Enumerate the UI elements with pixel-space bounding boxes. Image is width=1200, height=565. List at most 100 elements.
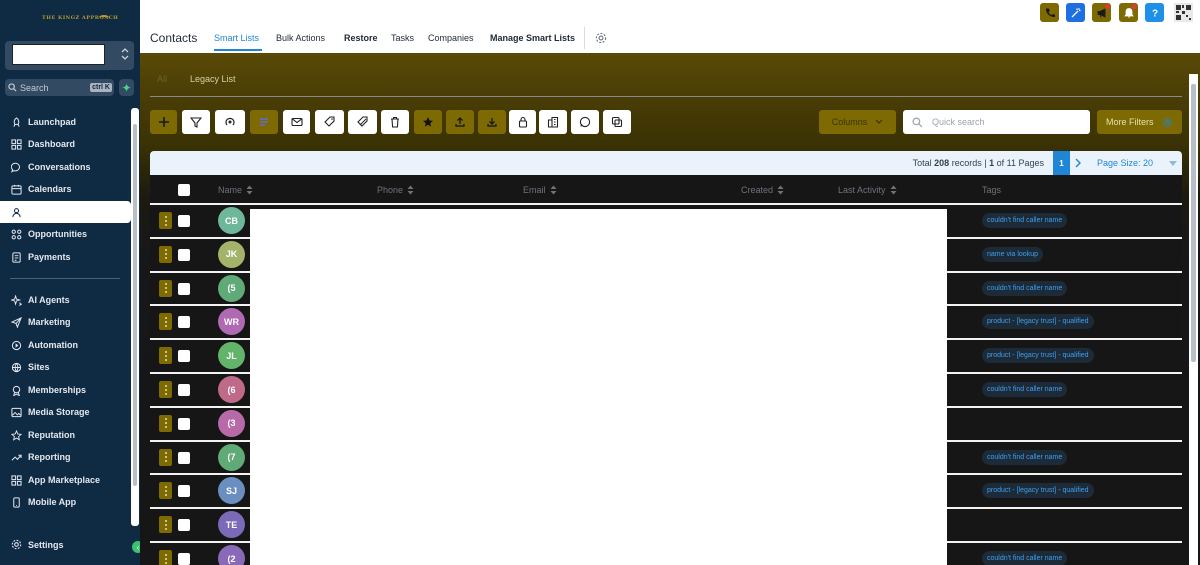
sidebar-search-input[interactable]: Search ctrl K <box>5 79 114 96</box>
sidebar-item-settings[interactable]: Settings <box>11 539 64 550</box>
sidebar-item-marketing[interactable]: Marketing <box>11 314 71 330</box>
row-checkbox[interactable] <box>178 417 190 430</box>
merge-button[interactable] <box>603 110 631 134</box>
row-checkbox[interactable] <box>178 316 190 329</box>
column-header-name[interactable]: Name <box>218 185 253 195</box>
sidebar-item-sites[interactable]: Sites <box>11 359 50 375</box>
sidebar-item-calendars[interactable]: Calendars <box>11 181 72 197</box>
add-contact-button[interactable] <box>150 110 177 134</box>
row-checkbox[interactable] <box>178 350 190 363</box>
row-actions-button[interactable] <box>159 414 172 432</box>
contact-avatar[interactable]: (6 <box>218 376 245 403</box>
sidebar-item-mobile-app[interactable]: Mobile App <box>11 494 76 510</box>
sidebar-item-payments[interactable]: Payments <box>11 249 71 265</box>
delete-button[interactable] <box>381 110 409 134</box>
sidebar-item-media-storage[interactable]: Media Storage <box>11 404 90 420</box>
megaphone-button[interactable] <box>1092 3 1111 22</box>
contact-avatar[interactable]: WR <box>218 308 245 336</box>
column-header-last-activity[interactable]: Last Activity <box>838 185 897 195</box>
column-header-phone[interactable]: Phone <box>377 185 414 195</box>
bell-button[interactable] <box>1119 3 1138 22</box>
sidebar-item-launchpad[interactable]: Launchpad <box>11 114 76 130</box>
contact-avatar[interactable]: JK <box>218 240 245 268</box>
row-checkbox[interactable] <box>178 519 190 532</box>
send-sms-button[interactable] <box>250 110 278 134</box>
sidebar-scroll-thumb[interactable] <box>133 124 137 486</box>
filter-button[interactable] <box>182 110 210 134</box>
add-tag-button[interactable] <box>315 110 344 134</box>
sidebar-item-memberships[interactable]: Memberships <box>11 382 86 398</box>
contact-avatar[interactable]: (5 <box>218 274 245 302</box>
user-avatar[interactable] <box>1174 3 1193 22</box>
row-checkbox[interactable] <box>178 248 190 261</box>
export-button[interactable] <box>446 110 474 134</box>
row-checkbox[interactable] <box>178 384 190 396</box>
send-email-button[interactable] <box>283 110 310 134</box>
tab-manage-smart-lists[interactable]: Manage Smart Lists <box>490 33 575 43</box>
row-checkbox[interactable] <box>178 451 190 464</box>
select-all-checkbox[interactable] <box>178 184 190 196</box>
contact-avatar[interactable]: CB <box>218 207 245 234</box>
quick-add-button[interactable]: ✦ <box>119 79 134 96</box>
main-scrollbar[interactable] <box>1189 74 1198 565</box>
subtab-legacy-list[interactable]: Legacy List <box>190 74 236 84</box>
main-scroll-thumb[interactable] <box>1191 84 1196 362</box>
more-filters-button[interactable]: More Filters <box>1097 110 1182 134</box>
column-header-created[interactable]: Created <box>741 185 784 195</box>
tab-bulk-actions[interactable]: Bulk Actions <box>276 33 325 43</box>
sidebar-item-reputation[interactable]: Reputation <box>11 427 75 443</box>
row-actions-button[interactable] <box>159 516 172 534</box>
review-request-button[interactable] <box>414 110 442 134</box>
row-actions-button[interactable] <box>159 381 172 398</box>
collapse-sidebar-button[interactable]: ‹ <box>132 541 140 553</box>
add-to-company-button[interactable] <box>539 110 567 134</box>
row-actions-button[interactable] <box>159 448 172 466</box>
next-page-icon[interactable] <box>1074 157 1082 169</box>
sidebar-item-reporting[interactable]: Reporting <box>11 449 71 465</box>
phone-button[interactable] <box>1040 3 1059 22</box>
row-actions-button[interactable] <box>159 313 172 331</box>
column-header-email[interactable]: Email <box>523 185 557 195</box>
row-checkbox[interactable] <box>178 553 190 565</box>
sidebar-item-contacts[interactable] <box>11 204 28 220</box>
row-actions-button[interactable] <box>159 482 172 500</box>
tab-companies[interactable]: Companies <box>428 33 474 43</box>
row-actions-button[interactable] <box>159 212 172 229</box>
lock-button[interactable] <box>509 110 536 134</box>
contact-avatar[interactable]: SJ <box>218 477 245 505</box>
help-button[interactable]: ? <box>1145 3 1164 22</box>
contact-avatar[interactable]: (7 <box>218 443 245 471</box>
tab-restore[interactable]: Restore <box>344 33 378 43</box>
sidebar-item-ai-agents[interactable]: AI Agents <box>11 292 70 308</box>
sidebar-item-conversations[interactable]: Conversations <box>11 159 91 175</box>
quick-search-input[interactable]: Quick search <box>903 110 1090 134</box>
contact-avatar[interactable]: (3 <box>218 409 245 437</box>
row-checkbox[interactable] <box>178 215 190 227</box>
sidebar-scrollbar[interactable] <box>131 108 139 526</box>
add-to-workflow-button[interactable] <box>215 110 245 134</box>
smart-list-settings-icon[interactable] <box>595 32 607 44</box>
page-1-button[interactable]: 1 <box>1053 151 1070 175</box>
import-button[interactable] <box>478 110 506 134</box>
contact-avatar[interactable]: TE <box>218 511 245 539</box>
magic-button[interactable] <box>1066 3 1085 22</box>
contact-avatar[interactable]: JL <box>218 342 245 370</box>
row-actions-button[interactable] <box>159 245 172 263</box>
sidebar-item-automation[interactable]: Automation <box>11 337 78 353</box>
sidebar-item-dashboard[interactable]: Dashboard <box>11 136 75 152</box>
whatsapp-button[interactable] <box>571 110 599 134</box>
contact-avatar[interactable]: (2 <box>218 545 245 565</box>
tab-tasks[interactable]: Tasks <box>391 33 414 43</box>
page-size-select[interactable]: Page Size: 20 <box>1097 158 1153 168</box>
row-actions-button[interactable] <box>159 550 172 565</box>
row-checkbox[interactable] <box>178 282 190 295</box>
remove-tag-button[interactable] <box>348 110 377 134</box>
row-actions-button[interactable] <box>159 347 172 365</box>
columns-button[interactable]: Columns <box>819 110 896 134</box>
row-actions-button[interactable] <box>159 279 172 297</box>
location-switcher[interactable] <box>5 41 134 70</box>
tab-smart-lists[interactable]: Smart Lists <box>214 33 259 43</box>
row-checkbox[interactable] <box>178 485 190 498</box>
sidebar-item-opportunities[interactable]: Opportunities <box>11 226 87 242</box>
subtab-all[interactable]: All <box>157 74 167 84</box>
